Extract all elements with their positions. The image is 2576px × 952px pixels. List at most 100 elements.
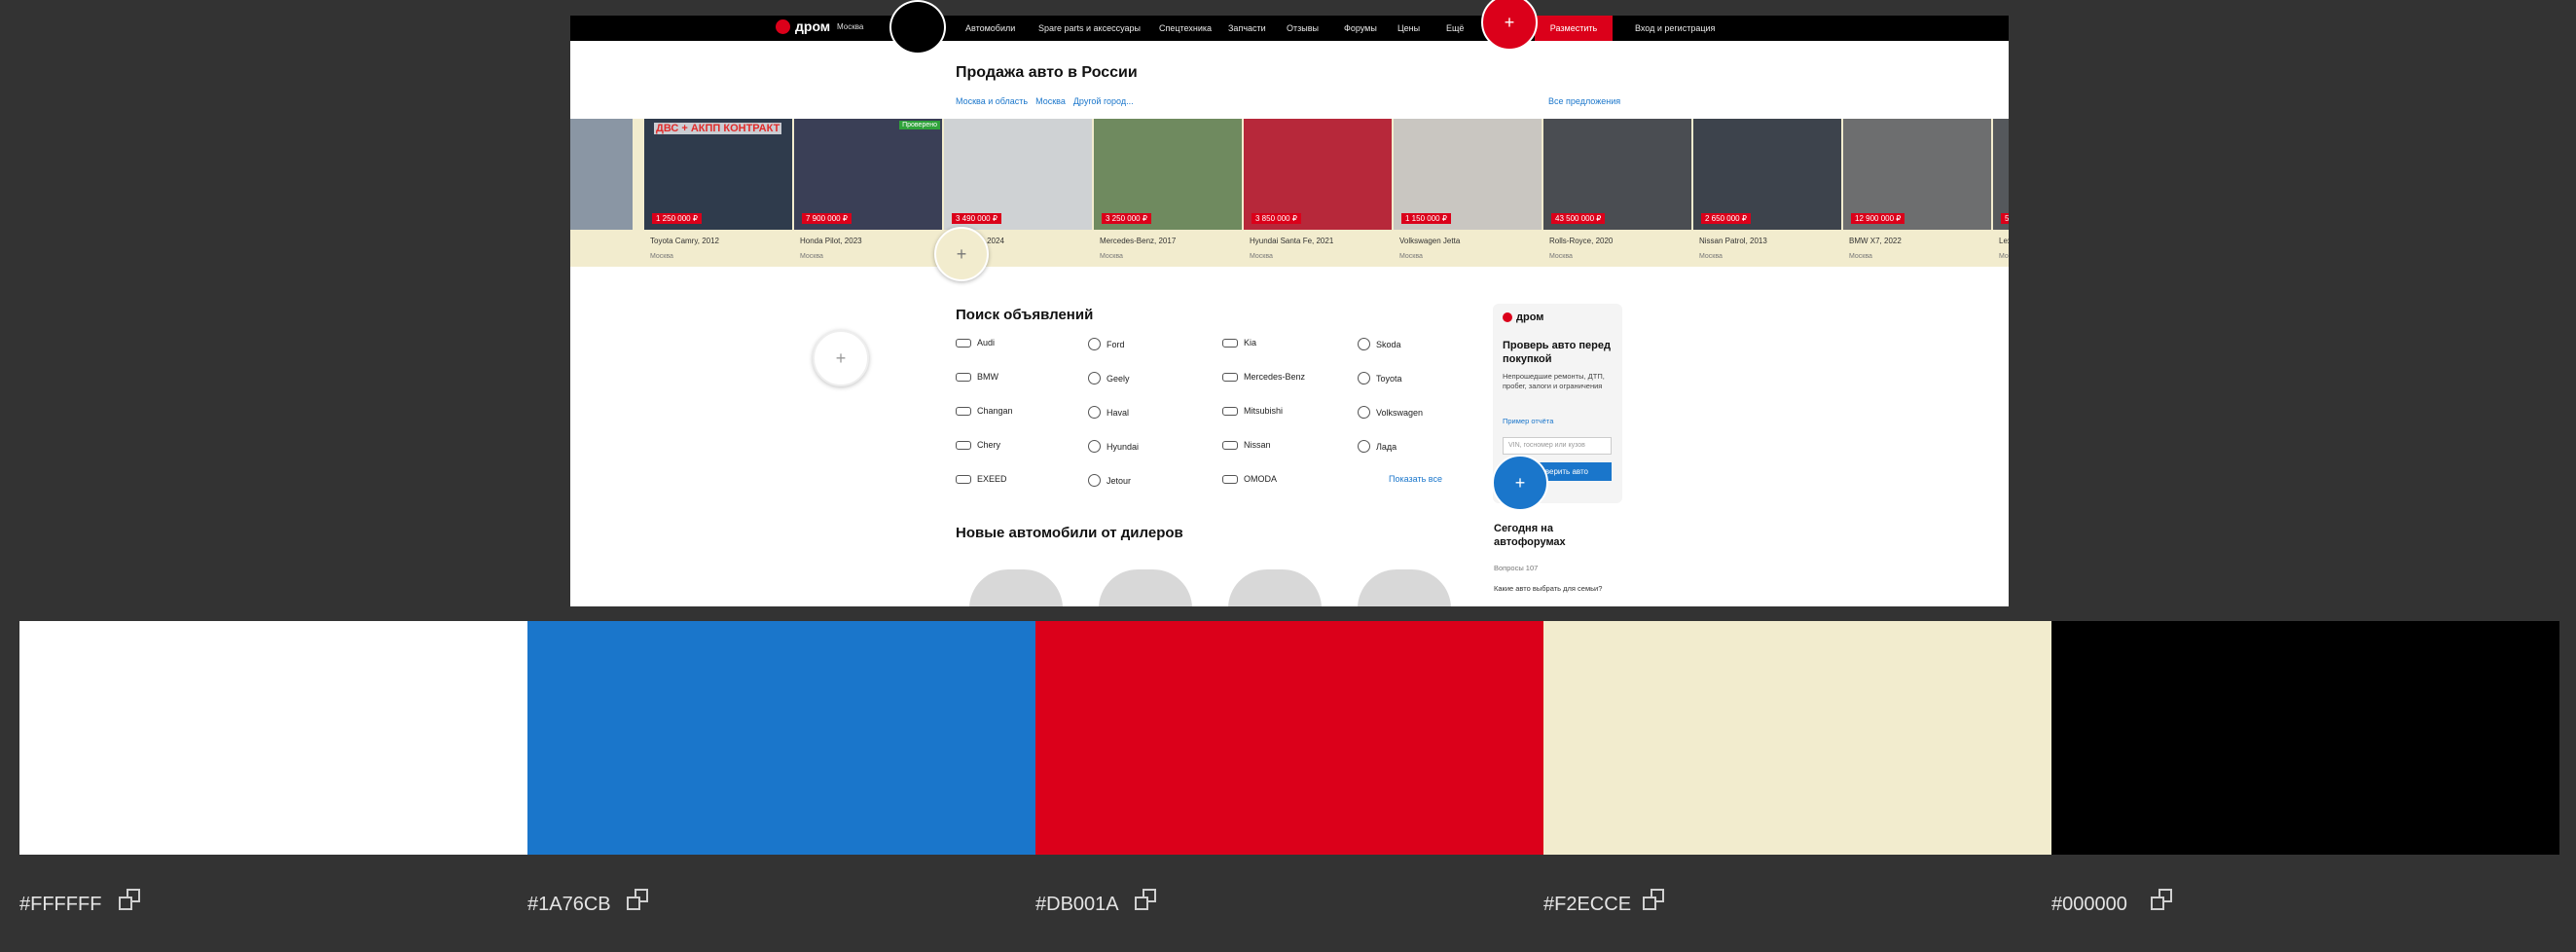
listing-card[interactable]: 3 250 000 ₽ Mercedes-Benz, 2017 Москва — [1094, 119, 1242, 267]
nav-item[interactable]: Spare parts и аксессуары — [1038, 23, 1141, 33]
copy-icon[interactable] — [1643, 889, 1666, 912]
listing-card[interactable]: 1 150 000 ₽ Volkswagen Jetta Москва — [1394, 119, 1542, 267]
brand-link[interactable]: Kia — [1222, 338, 1256, 348]
brand-link[interactable]: Лада — [1358, 440, 1397, 453]
post-ad-button[interactable]: Разместить объявление — [1535, 16, 1613, 58]
brand-link[interactable]: Changan — [956, 406, 1013, 416]
brand-name: Skoda — [1376, 339, 1401, 349]
forum-title: Сегодня на автофорумах — [1494, 523, 1566, 548]
listing-card[interactable]: 2 150 000 ₽ Toyota Camry Москва — [570, 119, 633, 267]
color-swatch[interactable] — [1035, 621, 1543, 855]
sample-report-link[interactable]: Пример отчёта — [1503, 417, 1553, 425]
listing-photo: 3 490 000 ₽ — [944, 119, 1092, 230]
brand-logo-icon — [1222, 338, 1238, 348]
listing-title: Rolls-Royce, 2020 — [1549, 237, 1614, 245]
new-car-thumb[interactable] — [969, 569, 1063, 606]
brand-name: Лада — [1376, 441, 1397, 452]
brand-logo-icon — [1088, 372, 1101, 384]
listing-city: Москва — [800, 253, 823, 260]
nav-item[interactable]: Автомобили — [965, 23, 1015, 33]
hex-label: #000000 — [2051, 894, 2127, 915]
nav-item[interactable]: Ещё — [1446, 23, 1464, 33]
new-car-thumb[interactable] — [1358, 569, 1451, 606]
color-marker-white[interactable]: + — [813, 330, 869, 386]
new-car-thumb[interactable] — [1099, 569, 1192, 606]
listing-card[interactable]: 5 900 000 ₽ Lexus Москва — [1993, 119, 2009, 267]
brand-name: Mitsubishi — [1244, 406, 1284, 416]
nav-item[interactable]: Форумы — [1344, 23, 1377, 33]
copy-icon[interactable] — [627, 889, 650, 912]
region-link[interactable]: Москва — [1035, 96, 1066, 106]
nav-item[interactable]: Запчасти — [1228, 23, 1266, 33]
color-swatch[interactable] — [527, 621, 1035, 855]
brand-link[interactable]: Chery — [956, 440, 1000, 450]
forum-question[interactable]: Какие авто выбрать для семьи? — [1494, 584, 1602, 593]
brand-logo-icon — [1088, 406, 1101, 419]
listing-title: Lexus — [1999, 237, 2009, 245]
listing-city: Москва — [1100, 253, 1123, 260]
brand-logo-icon — [956, 440, 971, 450]
listing-title: Mercedes-Benz, 2017 — [1100, 237, 1177, 245]
listing-card[interactable]: 43 500 000 ₽ Rolls-Royce, 2020 Москва — [1543, 119, 1691, 267]
brand-name: Volkswagen — [1376, 407, 1424, 418]
side-logo-text: дром — [1516, 311, 1544, 323]
hex-label: #DB001A — [1035, 894, 1119, 915]
nav-item[interactable]: Цены — [1397, 23, 1420, 33]
brand-link[interactable]: Geely — [1088, 372, 1130, 384]
all-offers-link[interactable]: Все предложения — [1548, 96, 1620, 106]
copy-icon[interactable] — [2151, 889, 2174, 912]
brand-link[interactable]: Nissan — [1222, 440, 1271, 450]
region-link[interactable]: Москва и область — [956, 96, 1028, 106]
brand-link[interactable]: OMODA — [1222, 474, 1277, 484]
brand-link[interactable]: Jetour — [1088, 474, 1131, 487]
listing-card[interactable]: 3 850 000 ₽ Hyundai Santa Fe, 2021 Москва — [1244, 119, 1392, 267]
brand-link[interactable]: Audi — [956, 338, 995, 348]
vin-input[interactable]: VIN, госномер или кузов — [1503, 437, 1612, 455]
listing-price: 3 850 000 ₽ — [1252, 213, 1301, 224]
listing-card[interactable]: ДВС + АКПП КОНТРАКТ 1 250 000 ₽ Toyota Cam… — [644, 119, 792, 267]
listing-price: 2 650 000 ₽ — [1701, 213, 1751, 224]
listing-price: 1 150 000 ₽ — [1401, 213, 1451, 224]
copy-icon[interactable] — [119, 889, 142, 912]
brand-link[interactable]: Ford — [1088, 338, 1125, 350]
listing-photo: 1 150 000 ₽ — [1394, 119, 1542, 230]
login-link[interactable]: Вход и регистрация — [1635, 23, 1715, 33]
color-marker-beige[interactable]: + — [934, 227, 989, 281]
page-title: Продажа авто в России — [956, 64, 1138, 81]
brand-link[interactable]: Hyundai — [1088, 440, 1139, 453]
logo-dot-icon — [776, 18, 790, 34]
color-swatch[interactable] — [2051, 621, 2559, 855]
copy-icon[interactable] — [1135, 889, 1158, 912]
show-all-brands-link[interactable]: Показать все — [1389, 474, 1442, 484]
color-swatch[interactable] — [19, 621, 527, 855]
brand-logo-icon — [1358, 440, 1370, 453]
color-swatch[interactable] — [1543, 621, 2051, 855]
region-link[interactable]: Другой город... — [1073, 96, 1134, 106]
color-marker-blue[interactable]: + — [1492, 455, 1548, 511]
brand-link[interactable]: Toyota — [1358, 372, 1402, 384]
hex-label: #1A76CB — [527, 894, 611, 915]
brand-link[interactable]: EXEED — [956, 474, 1007, 484]
listing-card[interactable]: 12 900 000 ₽ BMW X7, 2022 Москва — [1843, 119, 1991, 267]
nav-item[interactable]: Спецтехника — [1159, 23, 1212, 33]
brand-link[interactable]: Volkswagen — [1358, 406, 1423, 419]
brand-link[interactable]: Mitsubishi — [1222, 406, 1283, 416]
listing-card[interactable]: 2 650 000 ₽ Nissan Patrol, 2013 Москва — [1693, 119, 1841, 267]
brand-name: Geely — [1107, 373, 1130, 384]
brand-link[interactable]: Haval — [1088, 406, 1129, 419]
brand-name: Jetour — [1107, 475, 1132, 486]
brand-name: Ford — [1107, 339, 1125, 349]
drom-logo[interactable]: дром — [776, 18, 830, 34]
brand-link[interactable]: Skoda — [1358, 338, 1401, 350]
brand-link[interactable]: Mercedes-Benz — [1222, 372, 1305, 382]
new-car-thumb[interactable] — [1228, 569, 1322, 606]
listing-card[interactable]: Проверено 7 900 000 ₽ Honda Pilot, 2023 Мос… — [794, 119, 942, 267]
city-selector[interactable]: Москва — [837, 22, 863, 31]
brand-name: Audi — [977, 338, 996, 348]
nav-item[interactable]: Отзывы — [1287, 23, 1319, 33]
listing-city: Москва — [1699, 253, 1723, 260]
color-marker-black[interactable] — [889, 0, 946, 55]
brand-name: OMODA — [1244, 474, 1278, 484]
brand-link[interactable]: BMW — [956, 372, 998, 382]
listing-city: Москва — [650, 253, 673, 260]
